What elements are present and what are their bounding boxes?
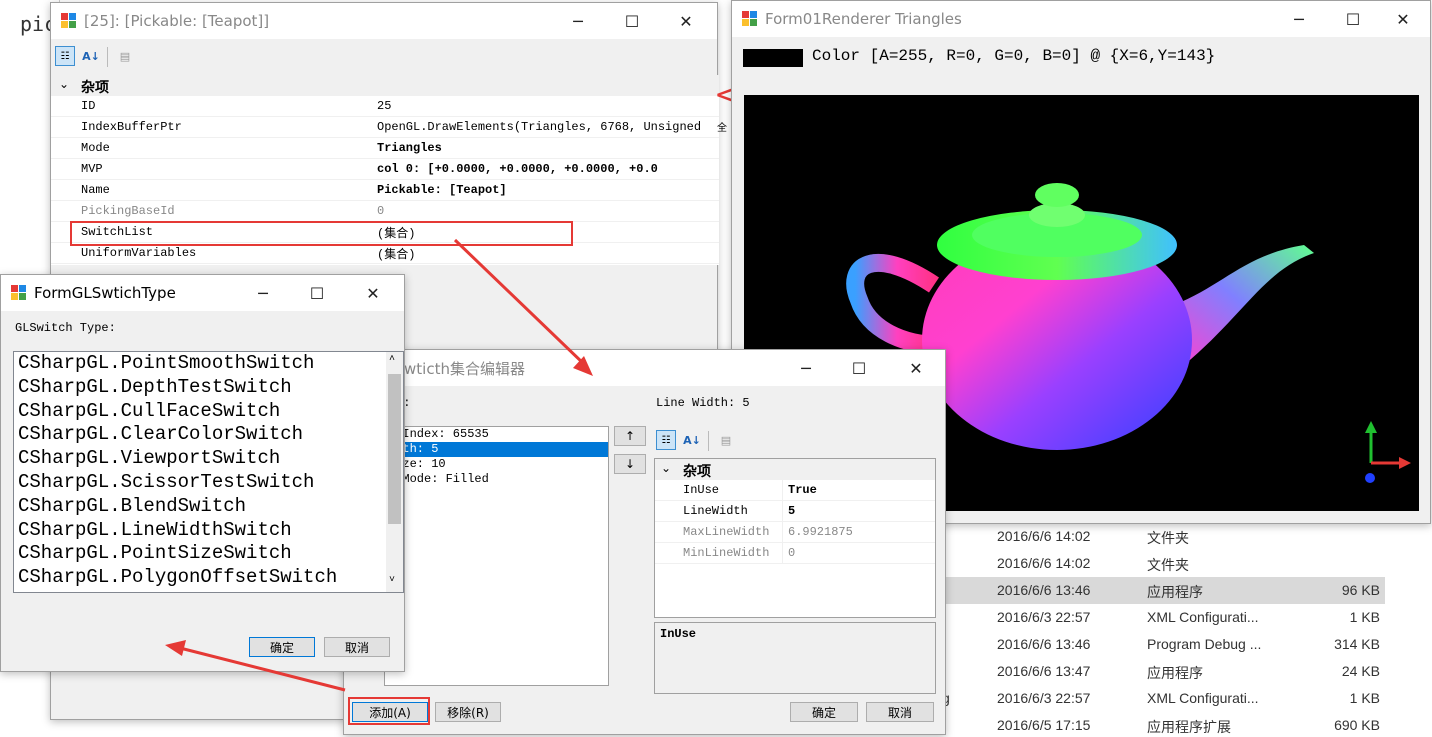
arrow-line [453, 238, 587, 367]
annotation-arrows [165, 238, 593, 692]
arrow-head [573, 356, 593, 376]
arrow-line [179, 646, 346, 692]
arrow-head [165, 640, 186, 656]
